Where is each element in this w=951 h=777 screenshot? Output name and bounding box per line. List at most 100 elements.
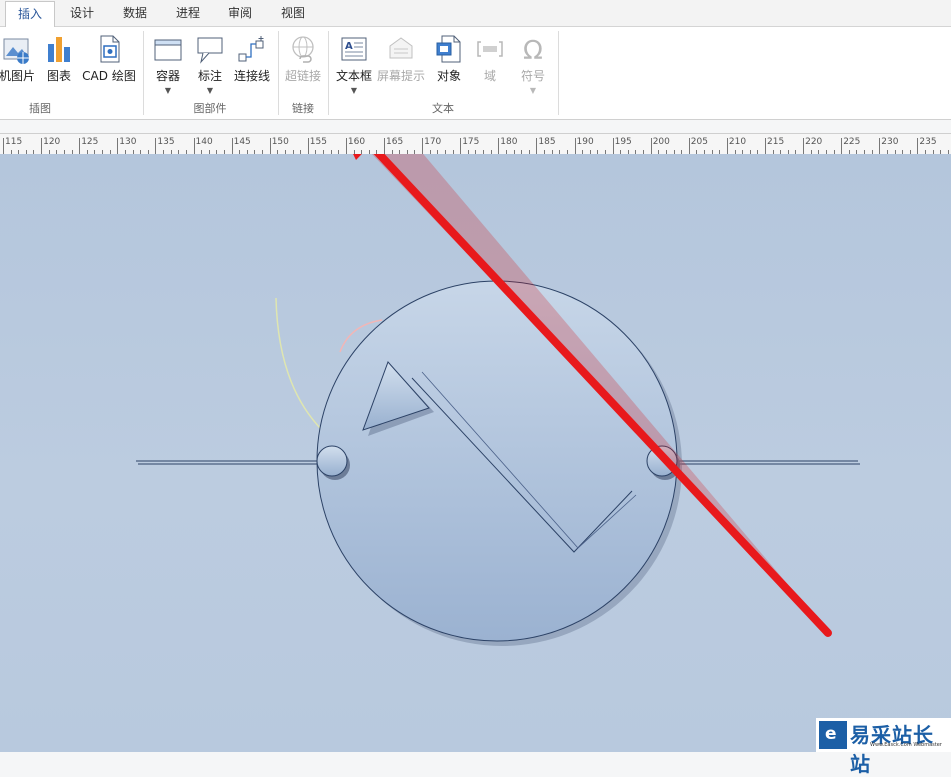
tab-review[interactable]: 审阅 [215,0,265,26]
object-icon [436,35,461,63]
ruler-label: 175 [462,137,480,147]
watermark-icon: e [819,721,847,749]
ruler-label: 210 [728,137,747,147]
ruler-major-tick [917,138,919,154]
horizontal-ruler[interactable]: 115 120 125 130 135 140 145 150 155 160 165 170 175 1… [0,133,951,155]
ruler-label: 150 [271,137,289,147]
ruler-major-tick [422,138,424,154]
diagram-svg [136,154,860,646]
picture-icon [3,38,29,64]
watermark-logo: e 易采站长站 Www.Easck.Com Webmaster [816,718,951,776]
container-label: 容器 [155,69,180,83]
ruler-major-tick [269,138,271,154]
group-separator [278,31,279,115]
ruler-label: 235 [919,137,937,147]
object-button[interactable]: 对象 [430,31,468,107]
ruler-label: 125 [81,137,99,147]
ruler-label: 155 [309,137,327,147]
ruler-label: 200 [652,137,670,147]
field-icon [477,41,503,57]
connector-icon [238,36,264,62]
ruler-label: 115 [5,137,23,147]
ruler-major-tick [307,138,309,154]
ruler-major-tick [879,138,881,154]
tab-design[interactable]: 设计 [57,0,107,26]
container-icon [154,39,182,61]
ruler-major-tick [231,138,233,154]
ruler-major-tick [803,138,805,154]
textbox-button[interactable]: A 文本框 ▼ [333,31,375,107]
callout-icon [197,37,223,64]
ruler-major-tick [726,138,728,154]
ruler-label: 190 [576,137,594,147]
group-separator [558,31,559,115]
group-links-label: 链接 [292,102,314,115]
symbol-button[interactable]: Ω 符号 ▼ [512,31,554,107]
field-button[interactable]: 域 [472,31,508,107]
chart-icon [48,37,70,62]
ruler-label: 185 [538,137,556,147]
watermark-subtitle: Www.Easck.Com Webmaster [870,742,942,748]
ruler-label: 165 [386,137,404,147]
tab-view[interactable]: 视图 [268,0,318,26]
tab-insert[interactable]: 插入 [5,1,55,28]
ruler-major-tick [688,138,690,154]
ruler-label: 230 [881,137,899,147]
container-button[interactable]: 容器 ▼ [148,31,188,107]
group-parts-label: 图部件 [193,102,227,115]
chart-label: 图表 [46,69,71,83]
ruler-major-tick [765,138,766,154]
container-dropdown-icon[interactable]: ▼ [165,87,171,95]
ruler-major-tick [841,138,843,154]
object-label: 对象 [436,69,461,83]
callout-dropdown-icon[interactable]: ▼ [207,87,213,95]
hyperlink-button[interactable]: 超链接 [282,31,324,107]
ruler-major-tick [384,138,385,154]
ruler-label: 220 [805,137,823,147]
ruler-major-tick [460,138,462,154]
connector-button[interactable]: 连接线 [231,31,273,107]
ruler-label: 195 [614,137,632,147]
ruler-label: 140 [195,137,213,147]
ruler-label: 215 [767,137,785,147]
ruler-label: 120 [43,137,61,147]
ruler-major-tick [536,138,538,154]
textbox-dropdown-icon[interactable]: ▼ [351,87,357,95]
hyperlink-label: 超链接 [284,69,321,83]
screentip-label: 屏幕提示 [376,69,425,83]
ruler-major-tick [155,138,157,154]
field-label: 域 [483,69,496,83]
ruler-major-tick [574,138,576,154]
cad-drawing-icon [100,35,120,63]
cad-drawing-button[interactable]: CAD 绘图 [80,31,138,107]
watermark-text: 易采站长站 [850,723,934,776]
online-picture-button[interactable]: 机图片 [0,31,38,107]
main-circle-shape[interactable] [316,280,678,642]
ruler-major-tick [117,138,119,154]
chart-button[interactable]: 图表 [42,31,76,107]
group-text-label: 文本 [432,102,454,115]
group-separator [328,31,329,115]
globe-link-icon [292,36,314,63]
callout-button[interactable]: 标注 ▼ [191,31,229,107]
drawing-canvas[interactable] [0,154,951,752]
group-separator [143,31,144,115]
ruler-major-tick [345,138,347,154]
tab-data[interactable]: 数据 [110,0,160,26]
ruler-major-tick [498,138,500,154]
right-wire[interactable] [676,460,860,465]
svg-text:Ω: Ω [523,36,543,64]
ruler-label: 170 [424,137,442,147]
symbol-dropdown-icon[interactable]: ▼ [530,87,536,95]
left-terminal-shape[interactable] [316,445,348,477]
left-wire[interactable] [136,460,322,465]
ruler-label: 160 [347,137,366,147]
cad-drawing-label: CAD 绘图 [82,69,136,83]
tab-process[interactable]: 进程 [163,0,213,26]
group-illustrations-label: 插图 [29,102,51,115]
ruler-label: 135 [157,137,175,147]
ruler-label: 205 [690,137,708,147]
textbox-icon: A [341,37,367,61]
faint-curve [275,297,323,431]
screentip-button[interactable]: 屏幕提示 [376,31,426,107]
